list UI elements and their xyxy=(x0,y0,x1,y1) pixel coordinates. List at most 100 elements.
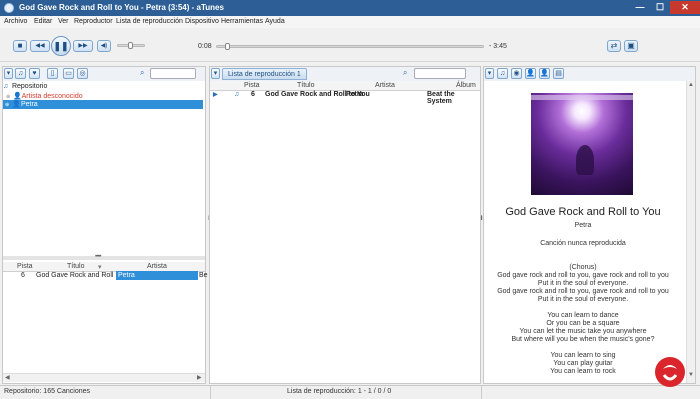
song-artist: Petra xyxy=(574,222,592,229)
cell-track: 6 xyxy=(251,91,255,98)
chevron-down-icon: ▾ xyxy=(487,70,492,77)
podcast-view-button[interactable]: ◎ xyxy=(77,68,88,79)
context-menu-button[interactable]: ▾ xyxy=(485,68,494,79)
maximize-button[interactable]: ☐ xyxy=(650,1,670,14)
context-toolbar: ▾ ♫ ◉ 👤 👤 ▤ xyxy=(484,67,695,81)
previous-button[interactable]: ◀◀ xyxy=(30,40,50,52)
cell-album: Beat the System xyxy=(427,91,455,105)
navigator-split-handle[interactable] xyxy=(3,256,205,260)
lyrics-line: (Chorus) xyxy=(569,264,597,271)
navigator-horizontal-scrollbar[interactable]: ◀ ▶ xyxy=(3,373,205,382)
album-cover xyxy=(531,93,633,195)
status-bar: Repositorio: 165 Canciones Lista de repr… xyxy=(0,385,700,399)
menu-dispositivo[interactable]: Dispositivo xyxy=(185,18,219,25)
column-header-artista[interactable]: Artista xyxy=(375,82,395,89)
context-artist-tab[interactable]: 👤 xyxy=(525,68,536,79)
stop-button[interactable]: ■ xyxy=(13,40,27,52)
fullscreen-button[interactable]: ▣ xyxy=(624,40,638,52)
drag-dots-icon: ••••• xyxy=(95,254,101,260)
playlist-toolbar: ▾ Lista de reproducción 1 ⌕ xyxy=(210,67,480,81)
previous-icon: ◀◀ xyxy=(35,43,45,49)
menu-ver[interactable]: Ver xyxy=(58,18,69,25)
scroll-up-icon: ▲ xyxy=(688,82,694,88)
music-note-icon: ♫ xyxy=(499,70,506,77)
playlist-table-header: Pista Título Artista Álbum xyxy=(210,81,480,91)
person-icon: 👤 xyxy=(13,93,22,100)
column-header-pista[interactable]: Pista xyxy=(17,263,33,270)
device-icon: ▯ xyxy=(50,70,55,77)
playlist-panel xyxy=(209,66,481,384)
close-button[interactable]: ✕ xyxy=(670,1,700,14)
music-note-icon: ♫ xyxy=(17,70,24,77)
podcast-icon: ◎ xyxy=(79,70,86,77)
window-title: God Gave Rock and Roll to You - Petra (3… xyxy=(19,3,224,12)
person-plus-icon: 👤 xyxy=(540,70,549,77)
lyrics-line: Put it in the soul of everyone. xyxy=(537,296,629,303)
lyrics-spacer xyxy=(484,344,682,352)
tree-item-artista-desconocido[interactable]: ⊕ 👤 Artista desconocido xyxy=(6,92,83,100)
column-header-titulo[interactable]: Título xyxy=(67,263,85,270)
column-header-titulo[interactable]: Título xyxy=(297,82,315,89)
context-vertical-scrollbar[interactable]: ▲ ▼ xyxy=(686,81,695,383)
volume-slider-knob[interactable] xyxy=(128,42,134,49)
person-icon: 👤 xyxy=(12,101,21,108)
progress-slider-knob[interactable] xyxy=(225,43,231,50)
scroll-right-icon: ▶ xyxy=(197,375,202,381)
next-button[interactable]: ▶▶ xyxy=(73,40,93,52)
search-icon: ⌕ xyxy=(140,68,145,77)
navigator-search-input[interactable] xyxy=(150,68,196,79)
video-icon: ▤ xyxy=(555,70,562,77)
menu-archivo[interactable]: Archivo xyxy=(4,18,27,25)
next-icon: ▶▶ xyxy=(78,43,88,49)
cell-artist: Petra xyxy=(116,271,198,280)
volume-icon: ◀) xyxy=(100,43,108,49)
radio-icon: ▭ xyxy=(65,70,72,77)
cell-artist: Petra xyxy=(346,91,364,98)
solvetic-watermark-logo xyxy=(647,352,693,396)
player-toolbar: ■ ◀◀ ❚❚ ▶▶ ◀) 0:08 - 3:45 ⇄ ▣ xyxy=(0,28,700,62)
device-view-button[interactable]: ▯ xyxy=(47,68,58,79)
column-header-album[interactable]: Álbum xyxy=(456,82,476,89)
fullscreen-icon: ▣ xyxy=(627,41,635,50)
lyrics-line: You can learn to dance xyxy=(547,312,619,319)
chevron-down-icon: ▾ xyxy=(6,70,11,77)
progress-slider[interactable] xyxy=(216,45,484,48)
column-header-pista[interactable]: Pista xyxy=(244,82,260,89)
minimize-button[interactable]: — xyxy=(630,1,650,14)
context-song-tab[interactable]: ♫ xyxy=(497,68,508,79)
radio-view-button[interactable]: ▭ xyxy=(63,68,74,79)
status-playlist: Lista de reproducción: 1 - 1 / 0 / 0 xyxy=(287,388,392,395)
context-similar-tab[interactable]: 👤 xyxy=(539,68,550,79)
atunes-app-icon xyxy=(4,3,14,13)
menu-herramientas[interactable]: Herramientas xyxy=(221,18,263,25)
playlist-menu-button[interactable]: ▾ xyxy=(211,68,220,79)
music-note-icon: ♫ xyxy=(234,91,240,98)
tree-item-label: Artista desconocido xyxy=(21,93,83,100)
favorites-view-button[interactable]: ♥ xyxy=(29,68,40,79)
menu-reproductor[interactable]: Reproductor xyxy=(74,18,113,25)
pause-button[interactable]: ❚❚ xyxy=(51,36,71,56)
column-header-artista[interactable]: Artista xyxy=(147,263,167,270)
context-album-tab[interactable]: ◉ xyxy=(511,68,522,79)
playlist-row[interactable]: ▶ ♫ 6 God Gave Rock and Roll to You Petr… xyxy=(210,91,480,105)
menu-lista-de-reproduccion[interactable]: Lista de reproducción xyxy=(116,18,183,25)
stop-icon: ■ xyxy=(17,41,23,50)
tree-item-petra[interactable]: ⊕ 👤 Petra xyxy=(3,100,203,109)
tree-item-label: Petra xyxy=(20,101,38,108)
remaining-time: - 3:45 xyxy=(489,43,507,50)
lyrics-line: God gave rock and roll to you, gave rock… xyxy=(497,288,669,295)
disc-icon: ◉ xyxy=(513,70,520,77)
repository-view-button[interactable]: ♫ xyxy=(15,68,26,79)
tab-playlist-1[interactable]: Lista de reproducción 1 xyxy=(222,68,307,80)
tree-item-repositorio[interactable]: ♫ Repositorio xyxy=(3,83,47,91)
navigator-menu-button[interactable]: ▾ xyxy=(4,68,13,79)
context-video-tab[interactable]: ▤ xyxy=(553,68,564,79)
pause-icon: ❚❚ xyxy=(53,41,69,51)
volume-button[interactable]: ◀) xyxy=(97,40,111,52)
menu-ayuda[interactable]: Ayuda xyxy=(265,18,285,25)
playlist-search-input[interactable] xyxy=(414,68,466,79)
table-row[interactable]: 6 God Gave Rock and Roll Petra Be xyxy=(3,271,208,281)
repeat-button[interactable]: ⇄ xyxy=(607,40,621,52)
play-status: Canción nunca reproducida xyxy=(540,240,626,247)
menu-editar[interactable]: Editar xyxy=(34,18,52,25)
